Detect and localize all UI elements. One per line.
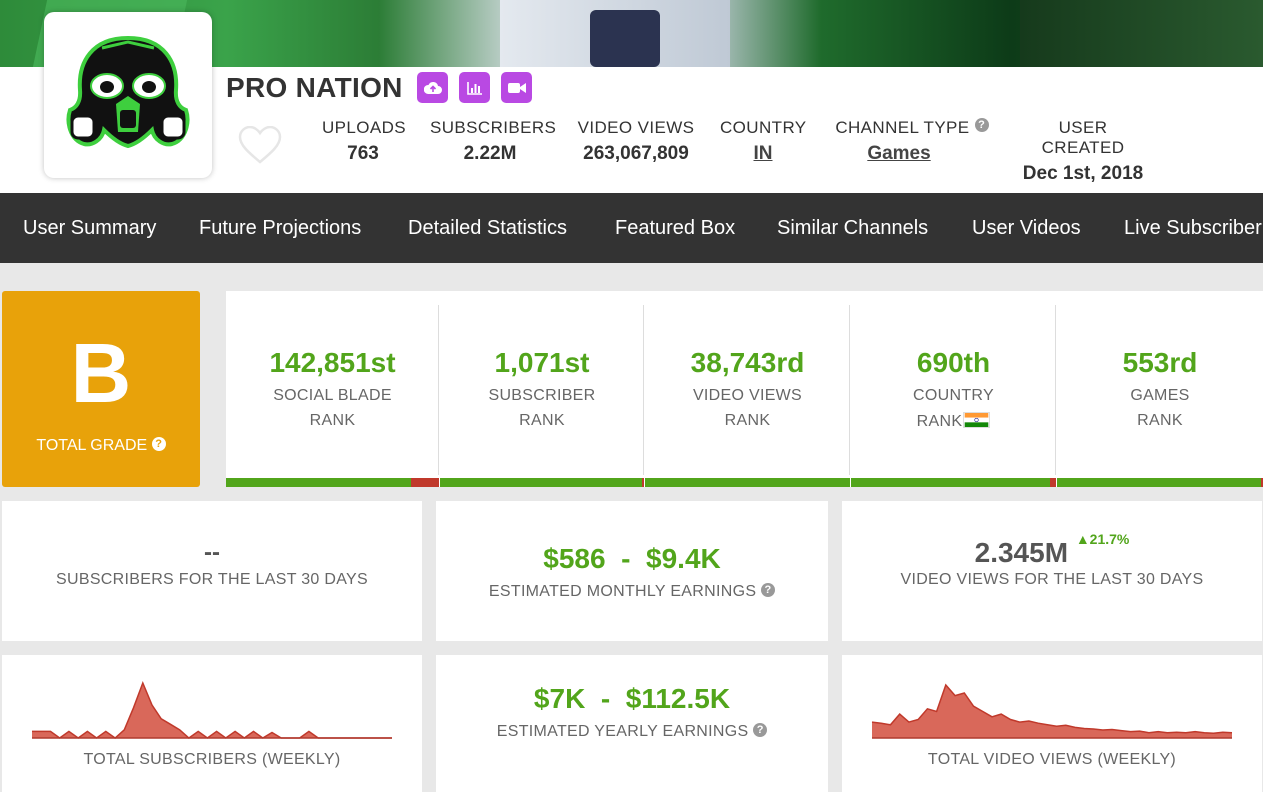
views-weekly-card: TOTAL VIDEO VIEWS (WEEKLY) <box>842 655 1262 792</box>
views-30-change: 21.7% <box>1089 531 1130 547</box>
rank-label: VIDEO VIEWS <box>692 387 803 404</box>
rank-panel: 142,851st SOCIAL BLADE RANK 1,071st SUBS… <box>226 291 1263 487</box>
views-weekly-label: TOTAL VIDEO VIEWS (WEEKLY) <box>927 751 1177 768</box>
section-nav: User Summary Future Projections Detailed… <box>0 193 1263 263</box>
rank-value: 690th <box>916 347 991 378</box>
rank-label: RANK <box>1137 412 1183 429</box>
views-30-value: 2.345M <box>974 537 1069 568</box>
rank-label: RANK <box>309 412 356 429</box>
subs-30-label: SUBSCRIBERS FOR THE LAST 30 DAYS <box>56 571 368 588</box>
rank-bar <box>226 478 439 487</box>
rank-label: SOCIAL BLADE <box>273 387 392 404</box>
stat-value: 263,067,809 <box>583 143 689 164</box>
views-30-value-row: 2.345M ▲21.7% <box>842 531 1262 569</box>
subs-weekly-sparkline[interactable] <box>2 655 422 792</box>
views-30-label: VIDEO VIEWS FOR THE LAST 30 DAYS <box>900 571 1204 588</box>
country-rank: 690th COUNTRY RANK <box>851 291 1056 487</box>
channel-type-stat: CHANNEL TYPE ? Games <box>830 118 994 165</box>
nav-live-subscriber[interactable]: Live Subscriber <box>1124 217 1262 240</box>
stat-value: Dec 1st, 2018 <box>1022 163 1144 184</box>
rank-bar <box>440 478 644 487</box>
rank-label: RANK <box>724 412 771 429</box>
video-views-rank: 38,743rd VIDEO VIEWS RANK <box>645 291 850 487</box>
grade-letter: B <box>70 326 132 420</box>
favorite-heart-icon[interactable] <box>238 125 282 169</box>
stat-label: SUBSCRIBERS <box>430 118 557 137</box>
rank-label: RANK <box>916 413 963 430</box>
help-icon[interactable]: ? <box>151 437 166 451</box>
sparkline-area <box>32 683 392 738</box>
nav-future-projections[interactable]: Future Projections <box>199 217 361 240</box>
user-created-stat: USER CREATED Dec 1st, 2018 <box>1016 118 1150 185</box>
rank-bar <box>1057 478 1263 487</box>
country-link[interactable]: IN <box>720 143 806 165</box>
nav-user-videos[interactable]: User Videos <box>972 217 1081 240</box>
earnings-low: $586 <box>543 543 606 574</box>
gas-mask-skull-logo <box>66 35 190 149</box>
earnings-low: $7K <box>533 683 586 714</box>
subscriber-rank: 1,071st SUBSCRIBER RANK <box>440 291 644 487</box>
grade-label: TOTAL GRADE <box>36 437 148 454</box>
earnings-high: $9.4K <box>646 543 721 574</box>
earnings-high: $112.5K <box>625 683 731 714</box>
yearly-earnings-value: $7K - $112.5K <box>436 683 828 715</box>
monthly-earnings-value: $586 - $9.4K <box>436 543 828 575</box>
rank-label: RANK <box>519 412 565 429</box>
total-grade-card: B TOTAL GRADE ? <box>2 291 200 487</box>
video-camera-icon[interactable] <box>501 72 532 103</box>
help-icon[interactable]: ? <box>761 583 776 597</box>
stat-label: COUNTRY <box>720 118 807 137</box>
views-weekly-sparkline[interactable] <box>842 655 1262 792</box>
rank-value: 38,743rd <box>690 347 805 378</box>
upload-cloud-icon[interactable] <box>417 72 448 103</box>
rank-bar <box>851 478 1056 487</box>
yearly-earnings-label: ESTIMATED YEARLY EARNINGS <box>496 723 749 740</box>
stat-label: UPLOADS <box>322 118 407 137</box>
subs-30-days-card: -- SUBSCRIBERS FOR THE LAST 30 DAYS <box>2 501 422 641</box>
stat-value: 763 <box>347 143 379 164</box>
trend-up-icon: ▲ <box>1075 531 1090 547</box>
subs-weekly-card: TOTAL SUBSCRIBERS (WEEKLY) <box>2 655 422 792</box>
india-flag-icon <box>963 412 991 428</box>
rank-label: GAMES <box>1130 387 1190 404</box>
rank-label: COUNTRY <box>913 387 994 404</box>
channel-type-link[interactable]: Games <box>804 143 994 165</box>
games-rank: 553rd GAMES RANK <box>1057 291 1263 487</box>
yearly-earnings-card: $7K - $112.5K ESTIMATED YEARLY EARNINGS … <box>436 655 828 792</box>
stat-label: CHANNEL TYPE <box>835 118 970 137</box>
rank-bar <box>645 478 850 487</box>
social-blade-rank: 142,851st SOCIAL BLADE RANK <box>226 291 439 487</box>
monthly-earnings-card: $586 - $9.4K ESTIMATED MONTHLY EARNINGS … <box>436 501 828 641</box>
earnings-sep: - <box>621 543 631 574</box>
stat-label: USER CREATED <box>1041 118 1125 157</box>
rank-value: 553rd <box>1122 347 1198 378</box>
nav-similar-channels[interactable]: Similar Channels <box>777 217 928 240</box>
banner-art <box>590 10 660 67</box>
earnings-sep: - <box>600 683 611 714</box>
rank-value: 142,851st <box>269 347 396 378</box>
subs-30-value: -- <box>204 539 220 566</box>
monthly-earnings-label: ESTIMATED MONTHLY EARNINGS <box>488 583 757 600</box>
video-views-stat: VIDEO VIEWS 263,067,809 <box>574 118 698 165</box>
nav-featured-box[interactable]: Featured Box <box>615 217 735 240</box>
help-icon[interactable]: ? <box>753 723 768 737</box>
stat-value: 2.22M <box>463 143 517 164</box>
rank-label: SUBSCRIBER <box>488 387 596 404</box>
nav-user-summary[interactable]: User Summary <box>23 217 156 240</box>
stat-label: VIDEO VIEWS <box>577 118 695 137</box>
views-30-days-card: 2.345M ▲21.7% VIDEO VIEWS FOR THE LAST 3… <box>842 501 1262 641</box>
banner-art <box>1020 0 1263 67</box>
avatar[interactable] <box>44 12 212 178</box>
uploads-stat: UPLOADS 763 <box>322 118 407 165</box>
bar-chart-icon[interactable] <box>459 72 490 103</box>
country-stat: COUNTRY IN <box>720 118 806 165</box>
help-icon[interactable]: ? <box>974 118 989 132</box>
channel-name: PRO NATION <box>226 72 403 103</box>
nav-detailed-statistics[interactable]: Detailed Statistics <box>408 217 567 240</box>
sparkline-line <box>32 680 392 739</box>
rank-value: 1,071st <box>494 347 590 378</box>
subscribers-stat: SUBSCRIBERS 2.22M <box>430 118 557 165</box>
subs-weekly-label: TOTAL SUBSCRIBERS (WEEKLY) <box>83 751 341 768</box>
